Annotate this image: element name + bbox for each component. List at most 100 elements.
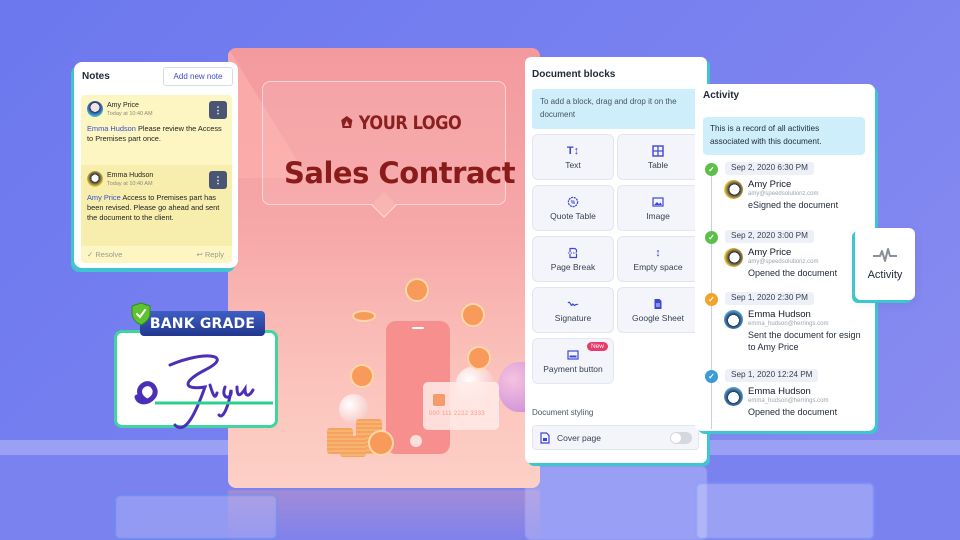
note-mention[interactable]: Emma Hudson bbox=[87, 124, 136, 133]
note-menu-button[interactable]: ⋮ bbox=[209, 101, 227, 119]
image-icon bbox=[652, 196, 664, 207]
note-text: Amy Price Access to Premises part has be… bbox=[87, 193, 229, 223]
cover-page-toggle[interactable] bbox=[670, 432, 692, 444]
activity-date: Sep 2, 2020 3:00 PM bbox=[725, 230, 814, 243]
block-image[interactable]: Image bbox=[617, 185, 699, 231]
card-number: 000 111 2222 3333 bbox=[429, 411, 485, 417]
activity-panel: Activity This is a record of all activit… bbox=[695, 84, 875, 431]
block-signature[interactable]: Signature bbox=[532, 287, 614, 333]
phone-speaker bbox=[412, 327, 424, 329]
google-sheet-icon bbox=[654, 298, 662, 309]
status-check-icon: ✓ bbox=[705, 293, 718, 306]
cover-page-row[interactable]: Cover page bbox=[532, 425, 699, 450]
status-check-icon: ✓ bbox=[705, 370, 718, 383]
block-text[interactable]: T↕ Text bbox=[532, 134, 614, 180]
activity-user-name: Amy Price bbox=[748, 179, 792, 190]
block-empty-space[interactable]: ↕ Empty space bbox=[617, 236, 699, 282]
activity-date: Sep 1, 2020 2:30 PM bbox=[725, 292, 814, 305]
block-label: Image bbox=[646, 210, 670, 221]
coin bbox=[461, 303, 485, 327]
block-table[interactable]: Table bbox=[617, 134, 699, 180]
activity-date: Sep 2, 2020 6:30 PM bbox=[725, 162, 814, 175]
notes-title: Notes bbox=[82, 71, 110, 82]
resolve-label: Resolve bbox=[95, 250, 123, 259]
cover-page-label: Cover page bbox=[557, 433, 601, 443]
blocks-title: Document blocks bbox=[532, 69, 616, 80]
activity-hint: This is a record of all activities assoc… bbox=[703, 117, 865, 155]
block-label: Page Break bbox=[550, 261, 596, 272]
blocks-reflection bbox=[525, 466, 707, 540]
note-menu-button[interactable]: ⋮ bbox=[209, 171, 227, 189]
activity-user-name: Emma Hudson bbox=[748, 309, 811, 320]
avatar bbox=[724, 180, 743, 199]
activity-user-email: emma_hudson@herrings.com bbox=[748, 398, 829, 404]
block-label: Payment button bbox=[543, 363, 603, 374]
activity-action: Sent the document for esign to Amy Price bbox=[748, 330, 861, 352]
activity-action: Opened the document bbox=[748, 268, 838, 278]
table-icon bbox=[652, 144, 664, 157]
avatar bbox=[87, 171, 103, 187]
activity-tab-button[interactable]: Activity bbox=[855, 228, 915, 300]
notes-thread: Amy Price Today at 10:40 AM ⋮ Emma Hudso… bbox=[81, 95, 232, 263]
card-chip bbox=[433, 394, 445, 406]
note-time: Today at 10:40 AM bbox=[107, 181, 153, 187]
block-label: Text bbox=[565, 159, 581, 170]
avatar bbox=[87, 101, 103, 117]
esign-signature bbox=[134, 354, 273, 429]
quote-table-icon: % bbox=[567, 196, 579, 207]
svg-text:%: % bbox=[571, 200, 576, 206]
note-mention[interactable]: Amy Price bbox=[87, 193, 121, 202]
activity-user-name: Emma Hudson bbox=[748, 386, 811, 397]
notes-panel: Notes Add new note Amy Price Today at 10… bbox=[74, 62, 238, 268]
reply-label: Reply bbox=[204, 250, 224, 259]
add-new-note-button[interactable]: Add new note bbox=[163, 67, 233, 86]
reply-icon: ↩ bbox=[196, 250, 205, 259]
coin-stack bbox=[340, 436, 366, 457]
activity-action: Opened the document bbox=[748, 407, 838, 417]
status-check-icon: ✓ bbox=[705, 231, 718, 244]
activity-user-email: amy@speedsolutionz.com bbox=[748, 259, 819, 265]
shield-check-icon bbox=[131, 302, 151, 326]
activity-user-email: amy@speedsolutionz.com bbox=[748, 191, 819, 197]
note-text: Emma Hudson Please review the Access to … bbox=[87, 124, 229, 144]
cover-page-icon bbox=[540, 432, 550, 444]
logo-text: YOUR LOGO bbox=[358, 112, 462, 134]
toggle-knob bbox=[671, 433, 681, 443]
pulse-icon bbox=[873, 248, 897, 262]
logo: YOUR LOGO bbox=[340, 112, 462, 134]
block-google-sheet[interactable]: Google Sheet bbox=[617, 287, 699, 333]
note-item: Emma Hudson Today at 10:40 AM ⋮ Amy Pric… bbox=[81, 165, 232, 246]
activity-user-name: Amy Price bbox=[748, 247, 792, 258]
status-check-icon: ✓ bbox=[705, 163, 718, 176]
reply-button[interactable]: ↩ Reply bbox=[196, 250, 224, 259]
payment-icon bbox=[567, 349, 579, 360]
note-time: Today at 10:40 AM bbox=[107, 111, 153, 117]
empty-space-icon: ↕ bbox=[655, 246, 661, 259]
note-author: Emma Hudson bbox=[107, 172, 154, 179]
block-label: Quote Table bbox=[550, 210, 596, 221]
activity-tab-label: Activity bbox=[867, 269, 903, 281]
block-label: Empty space bbox=[633, 261, 683, 272]
block-page-break[interactable]: Page Break bbox=[532, 236, 614, 282]
coin bbox=[352, 310, 376, 322]
coin bbox=[405, 278, 429, 302]
logo-icon bbox=[341, 116, 353, 128]
bank-grade-badge: BANK GRADE bbox=[140, 311, 265, 336]
document-styling-label: Document styling bbox=[532, 408, 594, 417]
resolve-button[interactable]: ✓ Resolve bbox=[87, 250, 122, 259]
block-quote-table[interactable]: % Quote Table bbox=[532, 185, 614, 231]
page-break-icon bbox=[568, 247, 578, 258]
new-badge: New bbox=[586, 342, 608, 351]
phone-home-button bbox=[410, 435, 422, 447]
activity-reflection bbox=[695, 482, 875, 540]
activity-action: eSigned the document bbox=[748, 200, 839, 210]
document-title: Sales Contract bbox=[284, 156, 516, 190]
note-author: Amy Price bbox=[107, 102, 139, 109]
activity-user-email: emma_hudson@herrings.com bbox=[748, 321, 829, 327]
blocks-hint: To add a block, drag and drop it on the … bbox=[532, 89, 698, 129]
block-payment-button[interactable]: New Payment button bbox=[532, 338, 614, 384]
note-actions: ✓ Resolve ↩ Reply bbox=[81, 246, 232, 263]
avatar bbox=[724, 310, 743, 329]
avatar bbox=[724, 248, 743, 267]
block-label: Table bbox=[647, 159, 669, 170]
